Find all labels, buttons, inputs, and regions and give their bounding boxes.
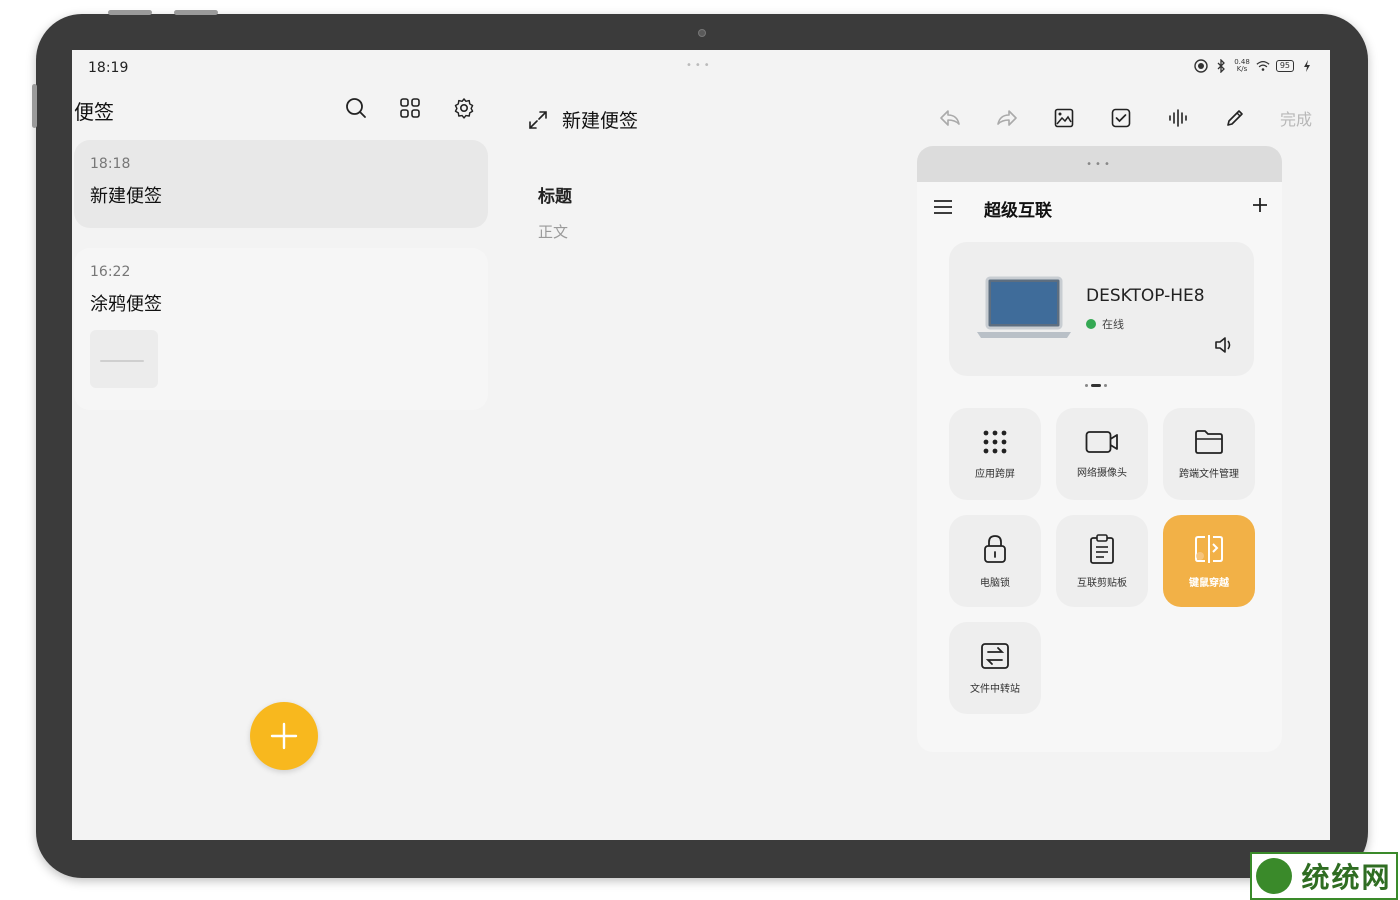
device-card[interactable]: DESKTOP-HE8 在线 [949, 242, 1254, 376]
panel-title: 超级互联 [984, 201, 1052, 221]
list-toolbar [344, 96, 476, 120]
voice-button[interactable] [1166, 106, 1190, 130]
doodle-thumbnail [90, 330, 158, 388]
note-item-selected[interactable]: 18:18 新建便签 [74, 140, 488, 228]
bluetooth-icon [1214, 59, 1228, 73]
audio-wave-icon [1169, 109, 1187, 127]
note-title: 新建便签 [90, 186, 162, 207]
window-grip-dots[interactable]: ••• [686, 60, 713, 71]
clipboard-icon [1090, 533, 1114, 564]
search-icon [346, 98, 366, 118]
note-time: 16:22 [90, 264, 131, 280]
tile-file-transfer[interactable]: 文件中转站 [949, 622, 1041, 714]
redo-icon [997, 110, 1017, 126]
menu-button[interactable] [933, 198, 953, 220]
image-icon [1054, 108, 1074, 128]
grid-view-icon [400, 98, 420, 118]
power-button [32, 84, 37, 128]
status-time: 18:19 [88, 60, 129, 76]
volume-button [108, 10, 152, 15]
super-link-panel: ••• 超级互联 DESKTOP-HE8 在线 应用跨屏 网络摄像头 跨端文件管… [917, 146, 1282, 752]
video-camera-icon [1085, 430, 1118, 453]
note-title: 涂鸦便签 [90, 294, 162, 315]
done-button[interactable]: 完成 [1280, 106, 1312, 130]
note-time: 18:18 [90, 156, 131, 172]
device-status: 在线 [1086, 316, 1124, 332]
battery-indicator: 95 [1275, 60, 1294, 72]
tile-keyboard-mouse-cross[interactable]: 键鼠穿越 [1163, 515, 1255, 607]
laptop-icon [977, 276, 1071, 338]
view-toggle-button[interactable] [398, 96, 422, 120]
lock-icon [984, 534, 1006, 563]
tile-web-camera[interactable]: 网络摄像头 [1056, 408, 1148, 500]
panel-header: 超级互联 [917, 196, 1282, 222]
tile-pc-lock[interactable]: 电脑锁 [949, 515, 1041, 607]
checkbox-icon [1111, 108, 1131, 128]
redo-button[interactable] [995, 106, 1019, 130]
tile-clipboard[interactable]: 互联剪贴板 [1056, 515, 1148, 607]
tile-app-cross-screen[interactable]: 应用跨屏 [949, 408, 1041, 500]
search-button[interactable] [344, 96, 368, 120]
settings-button[interactable] [452, 96, 476, 120]
device-audio-button[interactable] [1214, 336, 1234, 358]
network-speed: 0.48 K/s [1234, 58, 1250, 73]
mouse-keyboard-cross-icon [1195, 534, 1223, 563]
page-indicator [1085, 384, 1107, 387]
volume-button [174, 10, 218, 15]
screen: 18:19 ••• 0.48 K/s 95 便签 18:18 新建便签 16:2… [72, 50, 1330, 840]
note-item[interactable]: 16:22 涂鸦便签 [74, 248, 488, 410]
charging-icon [1300, 59, 1314, 73]
pencil-icon [1227, 110, 1243, 126]
doc-title-field[interactable]: 标题 [538, 182, 572, 207]
watermark-logo [1256, 858, 1293, 894]
device-name: DESKTOP-HE8 [1086, 286, 1205, 306]
checklist-button[interactable] [1109, 106, 1133, 130]
undo-icon [940, 110, 960, 126]
file-transfer-icon [981, 642, 1009, 669]
expand-button[interactable] [526, 108, 550, 132]
menu-icon [934, 200, 952, 214]
status-icons: 0.48 K/s 95 [1194, 59, 1314, 73]
add-device-button[interactable] [1252, 194, 1268, 219]
grid-dots-icon [983, 430, 1007, 453]
editor-title: 新建便签 [562, 110, 639, 132]
insert-image-button[interactable] [1052, 106, 1076, 130]
editor-toolbar: 完成 [938, 106, 1312, 130]
online-dot [1086, 319, 1096, 329]
wifi-icon [1256, 59, 1270, 73]
new-note-button[interactable] [250, 702, 318, 770]
undo-button[interactable] [938, 106, 962, 130]
panel-drag-handle[interactable]: ••• [917, 146, 1282, 182]
speaker-icon [1215, 337, 1231, 353]
watermark: 统统网 [1250, 852, 1398, 900]
editor-header: 新建便签 [526, 106, 638, 133]
expand-icon [529, 110, 547, 129]
front-camera [698, 29, 706, 37]
watermark-text: 统统网 [1301, 861, 1392, 894]
tile-file-manager[interactable]: 跨端文件管理 [1163, 408, 1255, 500]
plus-icon [270, 722, 298, 750]
app-title: 便签 [74, 100, 114, 124]
plus-icon [1253, 198, 1267, 212]
draw-button[interactable] [1223, 106, 1247, 130]
gear-icon [454, 98, 474, 119]
record-icon [1194, 59, 1208, 73]
feature-tiles: 应用跨屏 网络摄像头 跨端文件管理 电脑锁 互联剪贴板 键鼠穿越 文件中转站 [949, 408, 1257, 714]
doc-body-field[interactable]: 正文 [538, 221, 568, 242]
folder-icon [1195, 429, 1223, 454]
